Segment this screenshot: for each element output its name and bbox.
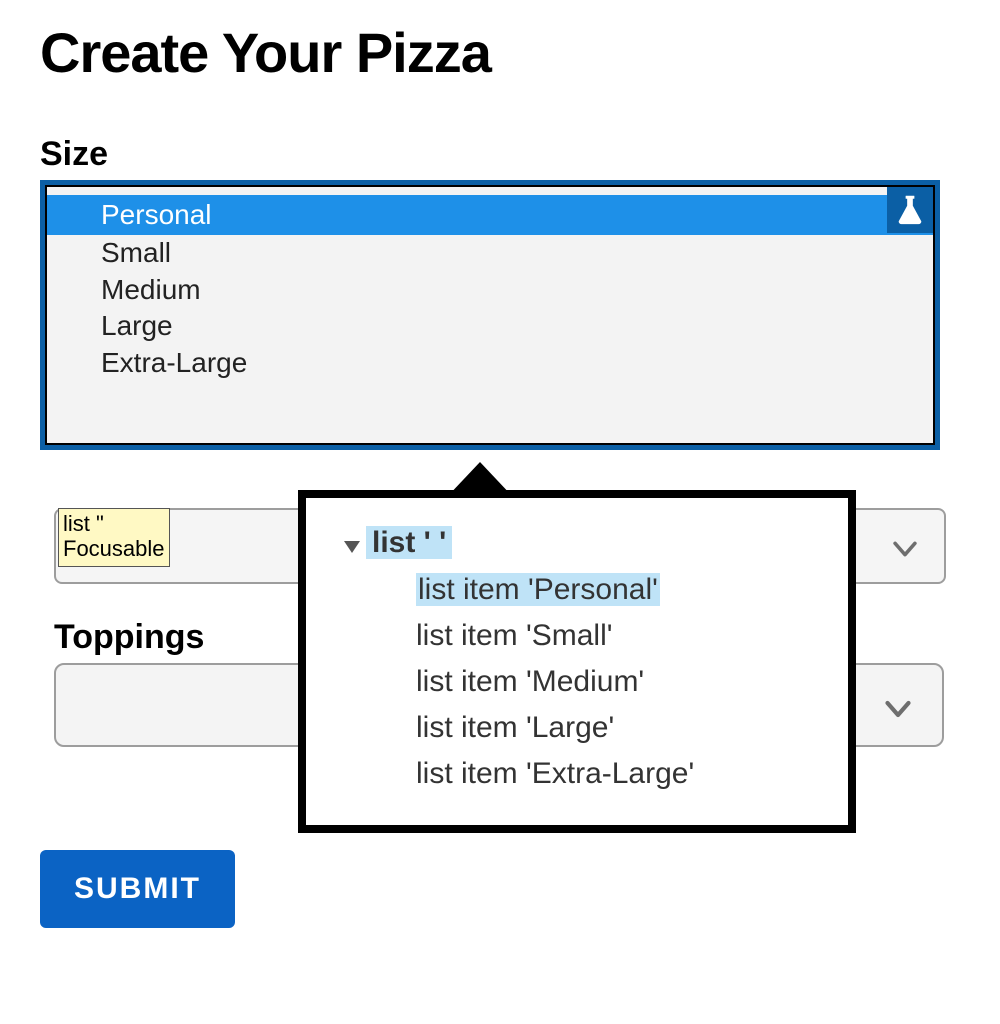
submit-button[interactable]: SUBMIT — [40, 850, 235, 928]
size-listbox-inspected[interactable]: Personal Small Medium Large Extra-Large — [40, 180, 940, 450]
acc-tree-item-extra-large[interactable]: list item 'Extra-Large' — [316, 751, 838, 797]
tooltip-line-2: Focusable — [63, 536, 165, 561]
chevron-down-icon — [888, 532, 922, 571]
size-option-personal[interactable]: Personal — [47, 195, 933, 235]
accessibility-tree-popover: list ' ' list item 'Personal' list item … — [298, 490, 856, 833]
acc-tree-item-large[interactable]: list item 'Large' — [316, 705, 838, 751]
acc-tree-item-small[interactable]: list item 'Small' — [316, 613, 838, 659]
page-title: Create Your Pizza — [40, 20, 940, 85]
devtools-flask-icon — [887, 187, 933, 233]
acc-tree-item-personal[interactable]: list item 'Personal' — [316, 567, 838, 613]
size-label: Size — [40, 135, 940, 174]
size-option-small[interactable]: Small — [47, 235, 933, 271]
size-option-large[interactable]: Large — [47, 308, 933, 344]
tooltip-line-1: list " — [63, 511, 165, 536]
size-listbox[interactable]: Personal Small Medium Large Extra-Large — [45, 185, 935, 445]
acc-tree-list-label: list ' ' — [366, 526, 452, 559]
accessibility-tooltip: list " Focusable — [58, 508, 170, 567]
acc-tree-list-node[interactable]: list ' ' — [316, 520, 838, 567]
disclosure-triangle-icon[interactable] — [344, 527, 360, 561]
acc-tree-item-medium[interactable]: list item 'Medium' — [316, 659, 838, 705]
chevron-down-icon — [880, 691, 916, 732]
size-option-extra-large[interactable]: Extra-Large — [47, 345, 933, 381]
size-option-medium[interactable]: Medium — [47, 272, 933, 308]
